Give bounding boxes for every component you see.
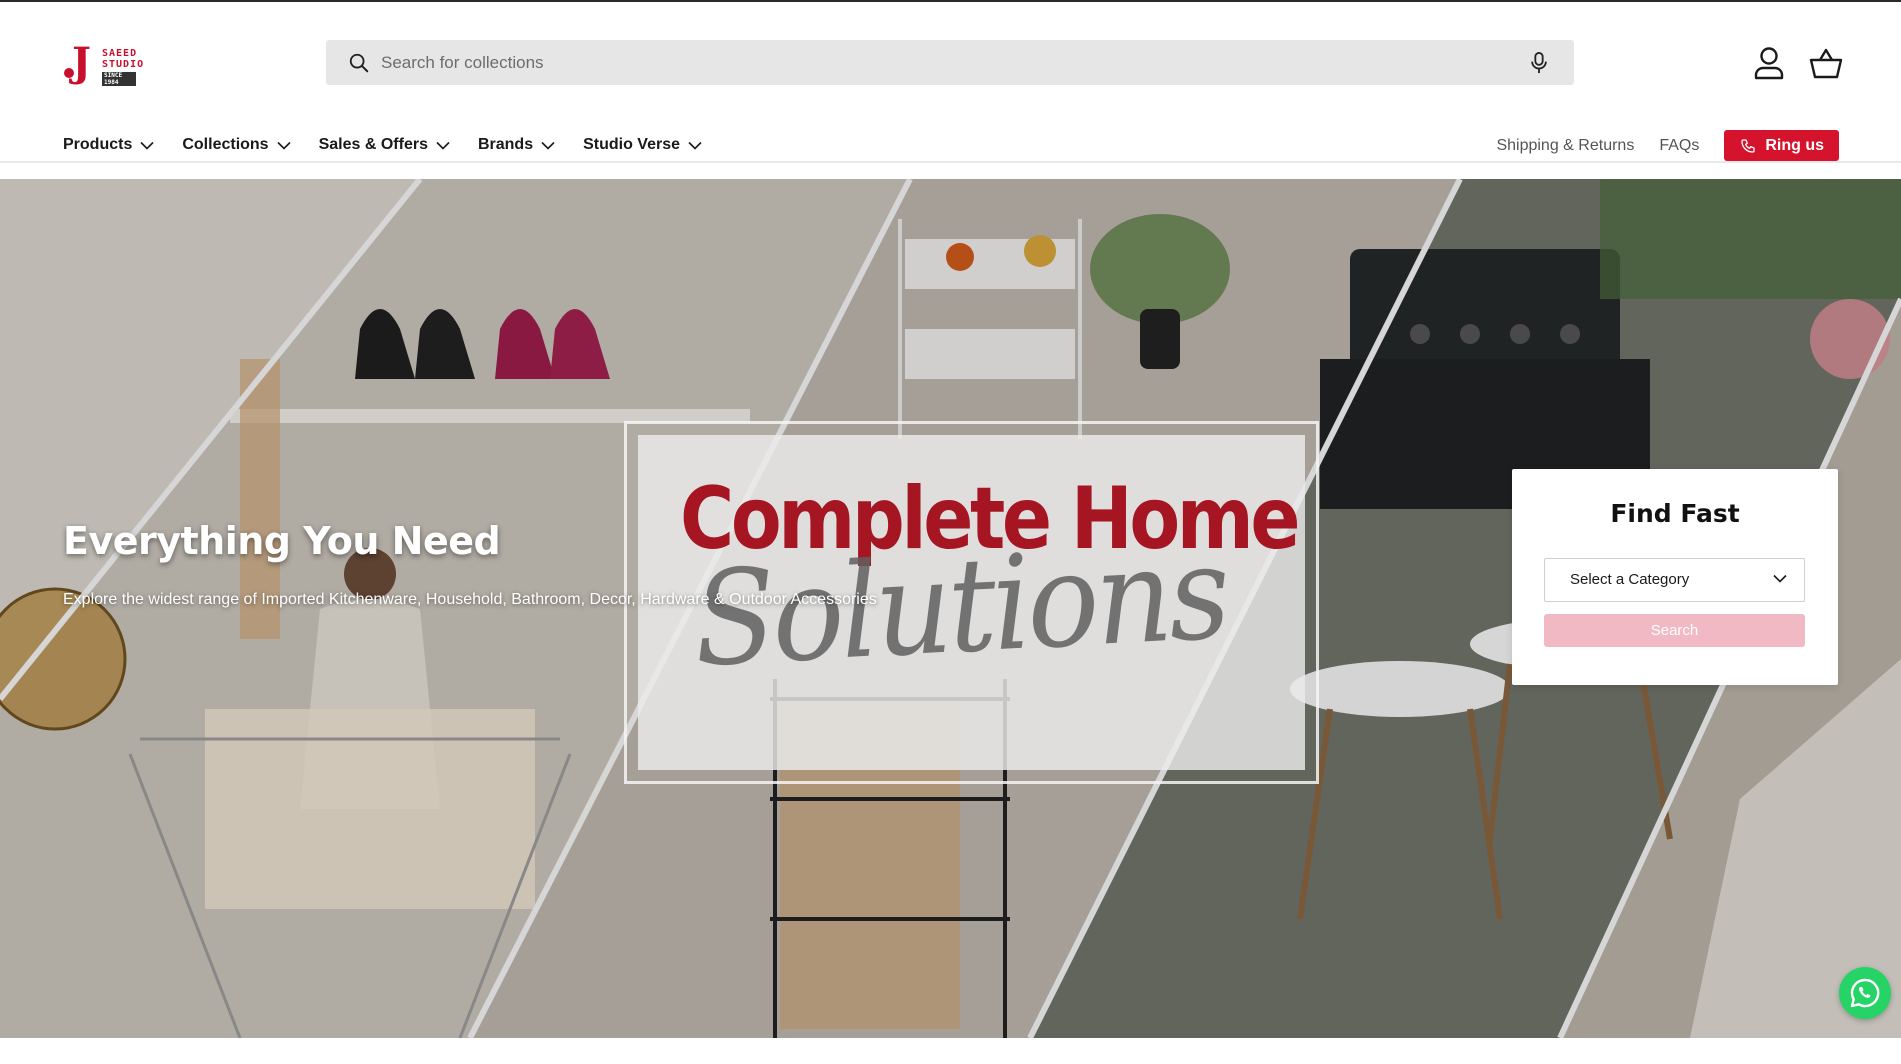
logo-mark: J [62,42,100,86]
nav-item-collections[interactable]: Collections [182,136,291,154]
whatsapp-icon [1850,978,1880,1008]
find-fast-card: Find Fast Select a Category Search [1512,469,1838,685]
nav-item-studio-verse[interactable]: Studio Verse [583,136,702,154]
ring-us-button[interactable]: Ring us [1724,130,1839,161]
chevron-down-icon [1773,574,1787,583]
hero-subtext: Explore the widest range of Imported Kit… [63,591,877,608]
chevron-down-icon [277,141,291,150]
chevron-down-icon [688,141,702,150]
logo-wordmark: SAEED STUDIO SINCE 1984 [102,48,145,86]
phone-icon [1741,138,1755,153]
utility-nav: Shipping & Returns FAQs Ring us [1496,130,1839,161]
category-select-value: Select a Category [1570,571,1690,588]
search-bar [326,40,1574,85]
chevron-down-icon [541,141,555,150]
category-select[interactable]: Select a Category [1544,558,1805,602]
site-header: J SAEED STUDIO SINCE 1984 Products [0,2,1901,162]
basket-icon[interactable] [1809,46,1843,80]
nav-item-brands[interactable]: Brands [478,136,555,154]
shipping-returns-link[interactable]: Shipping & Returns [1496,137,1634,155]
account-icon[interactable] [1754,46,1784,80]
nav-item-sales-offers[interactable]: Sales & Offers [319,136,450,154]
header-divider [0,161,1901,163]
whatsapp-chat-button[interactable] [1839,967,1891,1019]
search-icon[interactable] [348,52,370,74]
find-fast-search-button[interactable]: Search [1544,614,1805,647]
microphone-icon[interactable] [1528,51,1550,75]
search-input[interactable] [381,40,1511,85]
hero-headline: Everything You Need [63,519,501,563]
find-fast-title: Find Fast [1610,499,1740,528]
nav-item-products[interactable]: Products [63,136,154,154]
chevron-down-icon [436,141,450,150]
chevron-down-icon [140,141,154,150]
brand-logo[interactable]: J SAEED STUDIO SINCE 1984 [62,42,154,88]
hero-banner: Complete Home Solutions Everything You N… [0,179,1901,1038]
main-nav: Products Collections Sales & Offers Bran… [63,132,730,158]
faqs-link[interactable]: FAQs [1659,137,1699,155]
